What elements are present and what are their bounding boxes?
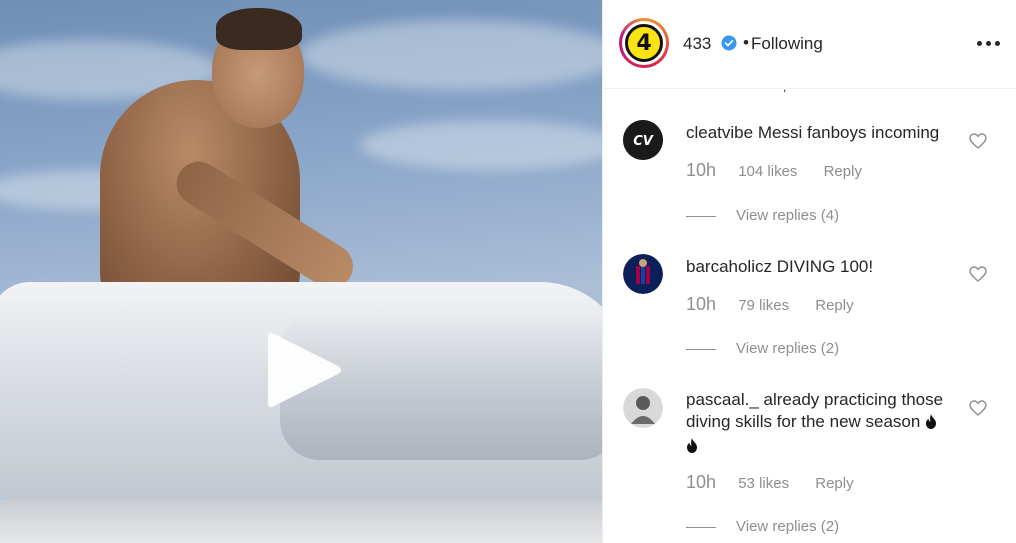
comment-username[interactable]: barcaholicz [686,257,772,276]
following-button[interactable]: Following [751,34,823,54]
comment-body: Messi fanboys incoming [757,123,940,142]
view-replies-button[interactable]: View replies (2) [686,518,839,535]
fire-icon [686,437,698,459]
comment-body: DIVING 100! [776,257,874,276]
comment-avatar-text: CV [633,134,654,149]
clipped-caption-fragment: , [783,80,787,94]
replies-divider [686,215,716,217]
comment-username[interactable]: pascaal._ [686,390,759,409]
comment-time[interactable]: 10h [686,472,716,492]
comment-likes[interactable]: 104 likes [738,163,797,180]
verified-badge-icon [721,35,737,51]
header-separator: • [743,33,749,52]
reply-button[interactable]: Reply [815,297,853,314]
view-replies-label: View replies (2) [736,518,840,535]
comment-time[interactable]: 10h [686,160,716,180]
more-options-icon[interactable] [977,40,1001,48]
comment-time[interactable]: 10h [686,294,716,314]
fire-icon [925,413,937,435]
comment-text: barcaholicz DIVING 100! [686,256,956,278]
heart-icon[interactable] [969,133,987,149]
comment-avatar[interactable] [623,254,663,294]
account-username[interactable]: 433 [683,34,711,54]
person-hair [216,8,302,50]
heart-icon[interactable] [969,400,987,416]
post-video[interactable] [0,0,602,543]
replies-divider [686,348,716,350]
comment-avatar[interactable]: CV [623,120,663,160]
comment-likes[interactable]: 79 likes [738,297,789,314]
heart-icon[interactable] [969,266,987,282]
comment-meta: 10h 79 likes Reply [686,294,854,315]
replies-divider [686,526,716,528]
comment-username[interactable]: cleatvibe [686,123,753,142]
post-side-panel: 4 433 • Following , CV cleatvibe Messi f… [602,0,1016,543]
sky-cloud [300,20,602,90]
account-avatar[interactable]: 4 [619,18,669,68]
play-icon[interactable] [264,328,344,412]
comment-text: cleatvibe Messi fanboys incoming [686,122,956,144]
view-replies-button[interactable]: View replies (2) [686,340,839,357]
water-strip [0,500,602,543]
comment-meta: 10h 53 likes Reply [686,472,854,493]
comment-text: pascaal._ already practicing those divin… [686,389,956,459]
post-header: 4 433 • Following [603,0,1016,89]
view-replies-button[interactable]: View replies (4) [686,207,839,224]
comment-meta: 10h 104 likes Reply [686,160,862,181]
reply-button[interactable]: Reply [824,163,862,180]
sky-cloud [360,120,602,170]
view-replies-label: View replies (4) [736,207,840,224]
reply-button[interactable]: Reply [815,475,853,492]
comment-likes[interactable]: 53 likes [738,475,789,492]
account-avatar-logo: 4 [625,24,663,62]
view-replies-label: View replies (2) [736,340,840,357]
comment-avatar[interactable] [623,388,663,428]
